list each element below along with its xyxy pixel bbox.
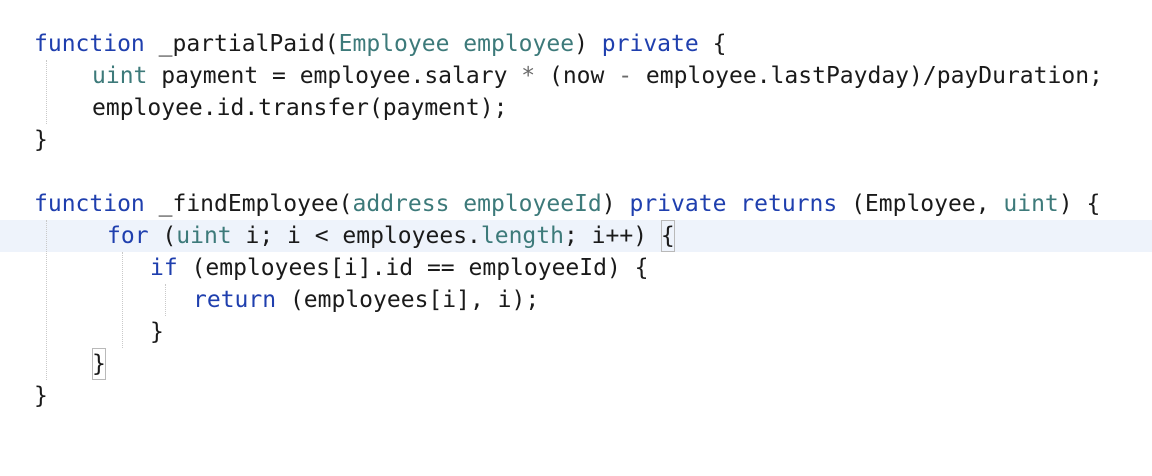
return-types: (Employee, bbox=[837, 191, 1004, 217]
code-line-6[interactable]: function _findEmployee(address employeeI… bbox=[0, 188, 1152, 220]
keyword-private: private bbox=[601, 31, 699, 57]
statement-text: payment = employee.salary bbox=[147, 63, 522, 89]
keyword-if: if bbox=[150, 255, 178, 281]
code-line-12[interactable]: } bbox=[0, 380, 1152, 412]
code-editor[interactable]: function _partialPaid(Employee employee)… bbox=[0, 0, 1152, 426]
paren-close: ) bbox=[601, 191, 630, 217]
type-uint: uint bbox=[92, 63, 148, 89]
matched-brace-close: } bbox=[92, 348, 106, 380]
code-line-11[interactable]: } bbox=[0, 348, 1152, 380]
keyword-for: for bbox=[107, 223, 149, 249]
brace-open: { bbox=[698, 31, 727, 57]
keyword-private: private bbox=[629, 191, 727, 217]
property-length: length bbox=[480, 223, 564, 249]
function-name: _partialPaid( bbox=[144, 31, 339, 57]
param-type: Employee bbox=[338, 31, 450, 57]
statement-text: (employees[i], i); bbox=[276, 287, 540, 313]
keyword-function: function bbox=[34, 31, 145, 57]
type-uint: uint bbox=[1003, 191, 1059, 217]
param-name: employee bbox=[463, 31, 575, 57]
statement-text: employee.id.transfer(payment); bbox=[92, 95, 508, 121]
function-name: _findEmployee( bbox=[144, 191, 353, 217]
code-line-10[interactable]: } bbox=[0, 316, 1152, 348]
code-line-2[interactable]: uint payment = employee.salary * (now - … bbox=[0, 60, 1152, 92]
brace-close: } bbox=[34, 127, 48, 153]
param-name: employeeId bbox=[463, 191, 602, 217]
type-uint: uint bbox=[176, 223, 232, 249]
paren-close: ) bbox=[574, 31, 602, 57]
keyword-return: return bbox=[193, 287, 277, 313]
code-line-1[interactable]: function _partialPaid(Employee employee)… bbox=[0, 28, 1152, 60]
statement-text: (now bbox=[535, 63, 619, 89]
param-type: address bbox=[352, 191, 450, 217]
code-line-8[interactable]: if (employees[i].id == employeeId) { bbox=[0, 252, 1152, 284]
brace-open: ) { bbox=[1058, 191, 1101, 217]
brace-close: } bbox=[34, 383, 48, 409]
paren-open: ( bbox=[148, 223, 177, 249]
code-line-5[interactable] bbox=[0, 156, 1152, 188]
code-line-4[interactable]: } bbox=[0, 124, 1152, 156]
code-line-9[interactable]: return (employees[i], i); bbox=[0, 284, 1152, 316]
matched-brace-open: { bbox=[660, 220, 675, 252]
code-line-3[interactable]: employee.id.transfer(payment); bbox=[0, 92, 1152, 124]
statement-text: i; i < employees. bbox=[231, 223, 481, 249]
operator-multiply: * bbox=[521, 63, 536, 89]
keyword-function: function bbox=[34, 191, 145, 217]
operator-minus: - bbox=[618, 63, 633, 89]
brace-close: } bbox=[150, 319, 164, 345]
statement-text: ; i++) bbox=[563, 223, 661, 249]
statement-text: employee.lastPayday)/payDuration; bbox=[632, 63, 1103, 89]
keyword-returns: returns bbox=[740, 191, 838, 217]
code-line-7[interactable]: for (uint i; i < employees.length; i++) … bbox=[0, 220, 1152, 252]
statement-text: (employees[i].id == employeeId) { bbox=[177, 255, 649, 281]
